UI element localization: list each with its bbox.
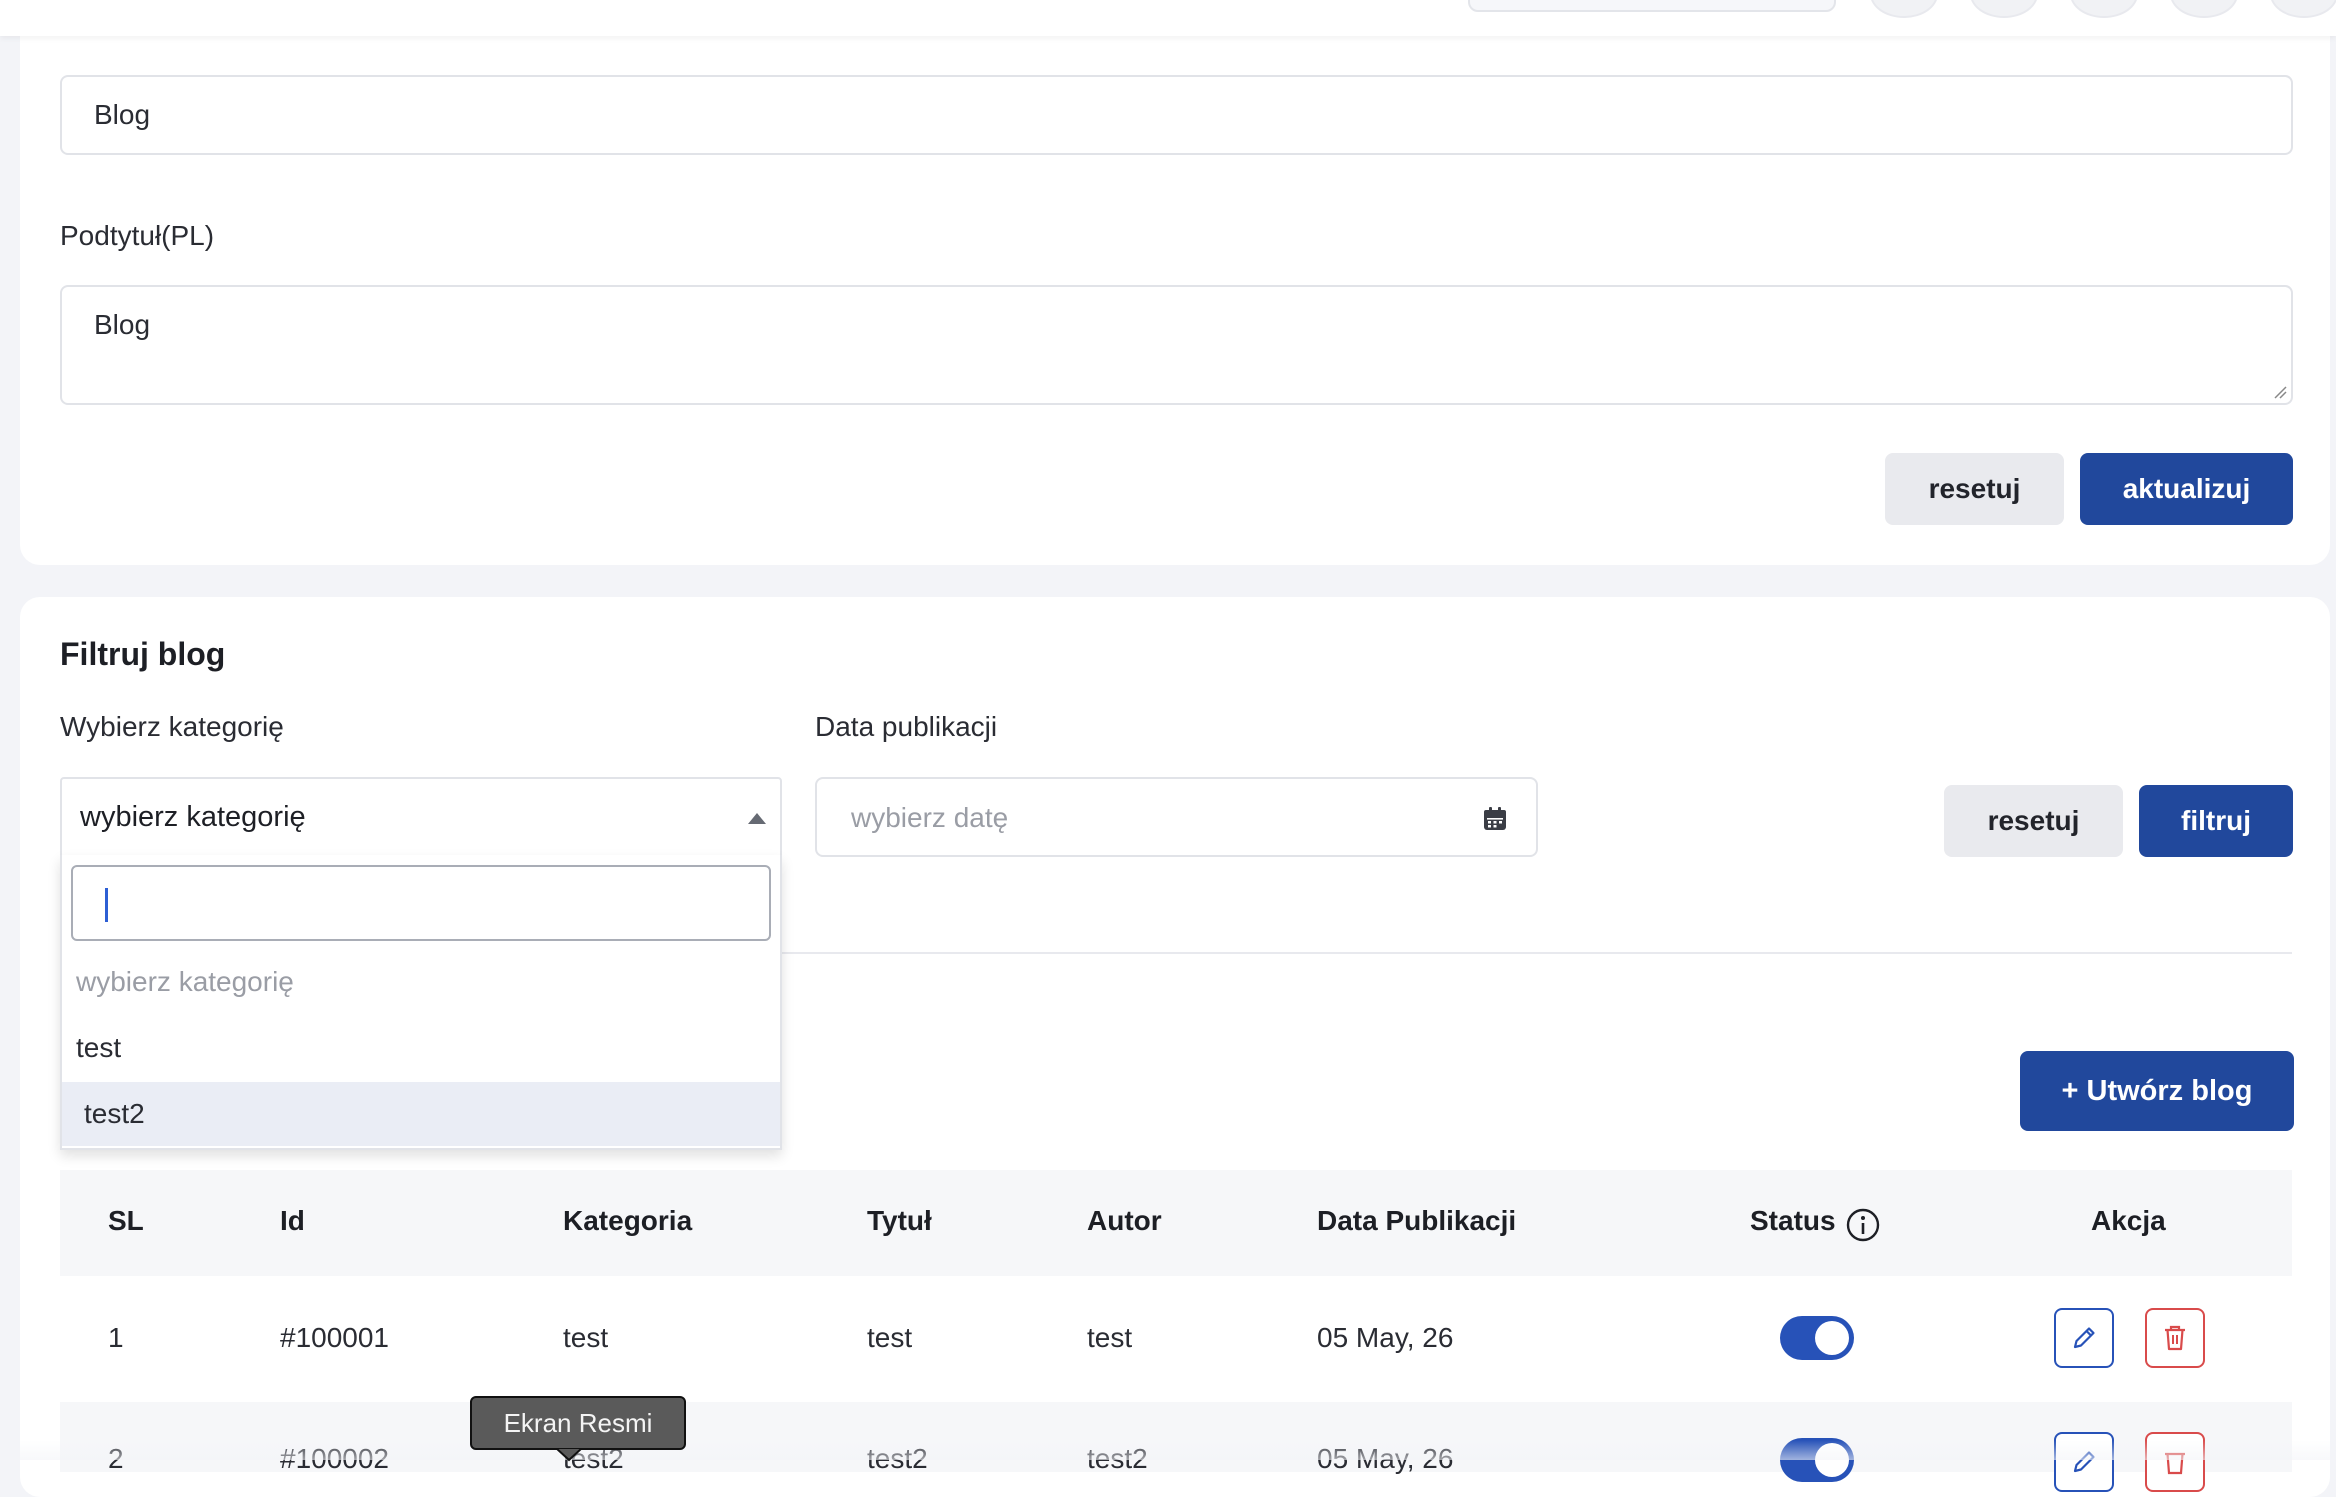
date-label: Data publikacji <box>815 711 998 742</box>
subtitle-textarea[interactable]: Blog <box>60 285 2293 405</box>
category-select[interactable]: wybierz kategorię <box>60 777 782 857</box>
info-icon[interactable] <box>1846 1208 1880 1242</box>
toggle-knob <box>1815 1321 1849 1355</box>
calendar-icon[interactable] <box>1481 805 1509 833</box>
header-icon-button[interactable] <box>1870 0 1938 18</box>
table-row <box>60 1276 2292 1402</box>
cell-author: test <box>1087 1322 1133 1353</box>
header-search-input[interactable] <box>1468 0 1836 12</box>
subtitle-label: Podtytuł(PL) <box>60 220 215 251</box>
header-icon-button[interactable] <box>2070 0 2138 18</box>
dropdown-option[interactable]: wybierz kategorię <box>62 950 780 1014</box>
cell-title: test <box>867 1322 913 1353</box>
bottom-fade <box>0 1440 2336 1460</box>
column-header-id: Id <box>280 1205 305 1236</box>
edit-button[interactable] <box>2054 1308 2114 1368</box>
cell-sl: 1 <box>108 1322 124 1353</box>
filter-reset-button[interactable]: resetuj <box>1944 785 2123 857</box>
title-input[interactable]: Blog <box>60 75 2293 155</box>
create-blog-button[interactable]: + Utwórz blog <box>2020 1051 2294 1131</box>
column-header-action: Akcja <box>2091 1205 2166 1236</box>
category-label: Wybierz kategorię <box>60 711 284 742</box>
dropdown-option[interactable]: test <box>62 1016 780 1080</box>
filter-heading: Filtruj blog <box>60 636 226 672</box>
cell-date: 05 May, 26 <box>1317 1322 1454 1353</box>
column-header-category: Kategoria <box>563 1205 693 1236</box>
cell-id: #100001 <box>280 1322 390 1353</box>
cell-category: test <box>563 1322 609 1353</box>
table-row <box>60 1402 2292 1472</box>
form-update-button[interactable]: aktualizuj <box>2080 453 2293 525</box>
date-placeholder: wybierz datę <box>851 802 1009 833</box>
caret-up-icon <box>748 813 766 824</box>
status-toggle[interactable] <box>1780 1316 1854 1360</box>
column-header-date: Data Publikacji <box>1317 1205 1517 1236</box>
header-icon-button[interactable] <box>2170 0 2238 18</box>
pencil-icon <box>2073 1327 2095 1349</box>
delete-button[interactable] <box>2145 1308 2205 1368</box>
trash-icon <box>2165 1325 2185 1351</box>
column-header-author: Autor <box>1087 1205 1162 1236</box>
dropdown-option-highlighted[interactable]: test2 <box>62 1082 780 1146</box>
column-header-status: Status <box>1750 1205 1836 1236</box>
category-dropdown: wybierz kategorię test test2 <box>60 855 782 1150</box>
table-header <box>60 1170 2292 1276</box>
column-header-title: Tytuł <box>867 1205 932 1236</box>
column-header-sl: SL <box>108 1205 144 1236</box>
text-cursor <box>105 888 108 922</box>
tooltip: Ekran Resmi <box>470 1396 686 1450</box>
subtitle-value: Blog <box>94 309 151 340</box>
header-avatar[interactable] <box>2270 0 2336 18</box>
top-header <box>0 0 2336 36</box>
category-select-value: wybierz kategorię <box>80 801 306 833</box>
form-reset-button[interactable]: resetuj <box>1885 453 2064 525</box>
header-icon-button[interactable] <box>1970 0 2038 18</box>
date-picker-input[interactable]: wybierz datę <box>815 777 1538 857</box>
dropdown-search-input[interactable] <box>71 865 771 941</box>
filter-submit-button[interactable]: filtruj <box>2139 785 2293 857</box>
resize-handle-icon[interactable] <box>2271 383 2287 399</box>
title-input-value: Blog <box>94 99 151 130</box>
